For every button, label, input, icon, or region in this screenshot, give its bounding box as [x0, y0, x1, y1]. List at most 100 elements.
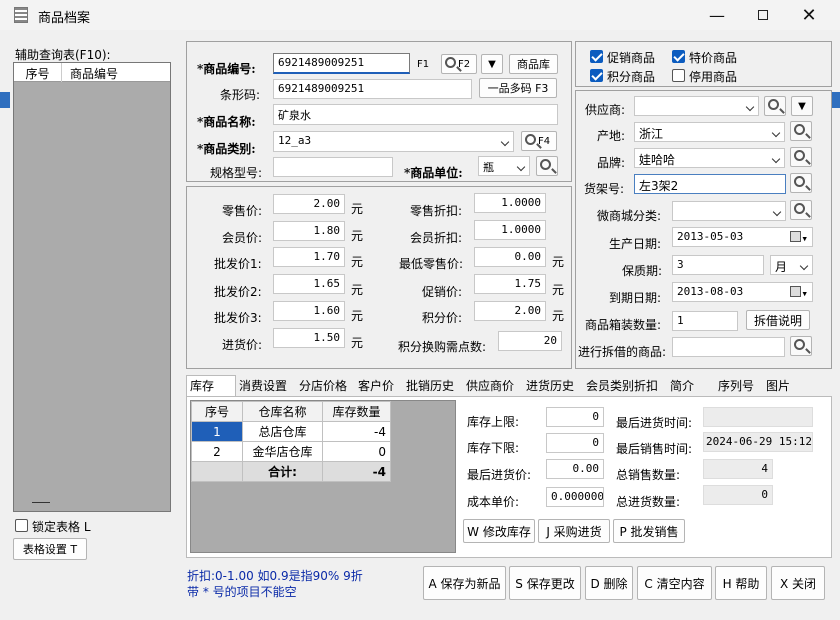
product-library-button[interactable]: 商品库 — [509, 54, 558, 74]
member-input[interactable]: 1.80 — [273, 221, 345, 241]
stock-row-name[interactable]: 总店仓库 — [242, 421, 323, 442]
origin-label: 产地: — [597, 129, 626, 143]
last-cost-input[interactable]: 0.00 — [546, 459, 604, 479]
close-window-button[interactable]: ✕ — [786, 0, 832, 30]
lock-grid-label: 锁定表格 L — [32, 520, 91, 534]
lock-grid-checkbox[interactable] — [15, 519, 28, 532]
unit-select[interactable]: 瓶 — [478, 156, 530, 176]
box-qty-input[interactable]: 1 — [672, 311, 738, 331]
search-supplier-button[interactable] — [764, 96, 786, 116]
split-explain-button[interactable]: 拆借说明 — [746, 310, 810, 330]
tab-serial[interactable]: 序列号 — [718, 377, 754, 395]
grid-settings-button[interactable]: 表格设置 T — [13, 538, 87, 560]
wholesale1-input[interactable]: 1.70 — [273, 247, 345, 267]
disabled-checkbox[interactable] — [672, 69, 685, 82]
stock-row-name[interactable]: 金华店仓库 — [242, 441, 323, 462]
member-discount-input[interactable]: 1.0000 — [474, 220, 546, 240]
tab-member-discount[interactable]: 会员类别折扣 — [586, 377, 658, 395]
table-row[interactable]: 1 总店仓库 -4 — [191, 421, 391, 442]
production-date-input[interactable]: 2013-05-03 ▾ — [672, 227, 813, 247]
category-label: *商品类别: — [197, 142, 256, 156]
shelf-input[interactable]: 左3架2 — [634, 174, 786, 194]
tab-intro[interactable]: 简介 — [670, 377, 694, 395]
total-in-value: 0 — [703, 485, 773, 505]
clear-button[interactable]: C 清空内容 — [637, 566, 712, 600]
tab-supplier-price[interactable]: 供应商价 — [466, 377, 514, 395]
special-checkbox[interactable] — [672, 50, 685, 63]
unit-cost-input[interactable]: 0.000000 — [546, 487, 604, 507]
tab-consume-settings[interactable]: 消费设置 — [239, 377, 287, 395]
wholesale2-input[interactable]: 1.65 — [273, 274, 345, 294]
barcode-input[interactable]: 6921489009251 — [273, 79, 472, 99]
tab-customer-price[interactable]: 客户价 — [358, 377, 394, 395]
code-dropdown-button[interactable]: ▼ — [481, 54, 503, 74]
stock-row-qty[interactable]: 0 — [322, 441, 391, 462]
expiry-date-input[interactable]: 2013-08-03 ▾ — [672, 282, 813, 302]
last-in-value — [703, 407, 813, 427]
brand-select[interactable]: 娃哈哈 — [634, 148, 785, 168]
minimize-button[interactable]: — — [694, 0, 740, 30]
shelf-life-unit-select[interactable]: 月 — [770, 255, 813, 275]
spec-input[interactable] — [273, 157, 393, 177]
points-price-input[interactable]: 2.00 — [474, 301, 546, 321]
multi-code-button[interactable]: 一品多码 F3 — [479, 78, 557, 98]
search-category-button[interactable]: F4 — [521, 131, 557, 151]
search-unit-button[interactable] — [536, 156, 558, 176]
retail-input[interactable]: 2.00 — [273, 194, 345, 214]
tab-stock[interactable]: 库存 — [190, 377, 214, 395]
cost-input[interactable]: 1.50 — [273, 328, 345, 348]
tab-images[interactable]: 图片 — [766, 377, 790, 395]
search-wechat-button[interactable] — [790, 200, 812, 220]
split-goods-label: 进行拆借的商品: — [578, 345, 667, 359]
table-row[interactable]: 2 金华店仓库 0 — [191, 441, 391, 462]
search-brand-button[interactable] — [790, 147, 812, 167]
tab-wholesale-history[interactable]: 批销历史 — [406, 377, 454, 395]
promo-price-input[interactable]: 1.75 — [474, 274, 546, 294]
window-title: 商品档案 — [38, 11, 91, 26]
save-button[interactable]: S 保存更改 — [509, 566, 581, 600]
unit-yuan: 元 — [351, 283, 364, 297]
spec-label: 规格型号: — [210, 166, 263, 180]
wholesale3-input[interactable]: 1.60 — [273, 301, 345, 321]
name-input[interactable]: 矿泉水 — [273, 104, 558, 125]
points-exchange-input[interactable]: 20 — [498, 331, 562, 351]
tab-purchase-history[interactable]: 进货历史 — [526, 377, 574, 395]
help-button[interactable]: H 帮助 — [715, 566, 767, 600]
save-new-button[interactable]: A 保存为新品 — [423, 566, 506, 600]
tab-branch-price[interactable]: 分店价格 — [299, 377, 347, 395]
wechat-category-select[interactable] — [672, 201, 786, 221]
delete-button[interactable]: D 删除 — [585, 566, 633, 600]
search-icon — [524, 134, 536, 145]
stock-row-no[interactable]: 2 — [191, 441, 243, 462]
retail-discount-input[interactable]: 1.0000 — [474, 193, 546, 213]
modify-stock-button[interactable]: W 修改库存 — [463, 519, 535, 543]
query-table[interactable]: 序号 商品编号 — [13, 62, 171, 512]
points-checkbox[interactable] — [590, 69, 603, 82]
stock-grid[interactable]: 序号 仓库名称 库存数量 1 总店仓库 -4 2 金华店仓库 0 合计: -4 — [190, 400, 456, 553]
search-origin-button[interactable] — [790, 121, 812, 141]
calendar-icon[interactable]: ▾ — [790, 231, 808, 245]
stock-row-qty[interactable]: -4 — [322, 421, 391, 442]
stock-upper-input[interactable]: 0 — [546, 407, 604, 427]
supplier-dropdown-button[interactable]: ▼ — [791, 96, 813, 116]
search-code-button[interactable]: F2 — [441, 54, 477, 74]
search-shelf-button[interactable] — [790, 173, 812, 193]
origin-select[interactable]: 浙江 — [634, 122, 785, 142]
min-retail-input[interactable]: 0.00 — [474, 247, 546, 267]
maximize-button[interactable] — [740, 0, 786, 30]
code-input[interactable]: 6921489009251 — [273, 53, 410, 74]
promo-checkbox[interactable] — [590, 50, 603, 63]
column-header-code: 商品编号 — [70, 67, 119, 81]
resize-grip[interactable] — [32, 502, 50, 503]
supplier-select[interactable] — [634, 96, 759, 116]
wholesale-button[interactable]: P 批发销售 — [613, 519, 685, 543]
search-split-goods-button[interactable] — [790, 336, 812, 356]
purchase-button[interactable]: J 采购进货 — [538, 519, 610, 543]
close-button[interactable]: X 关闭 — [771, 566, 825, 600]
category-select[interactable]: 12_a3 — [273, 131, 514, 152]
calendar-icon[interactable]: ▾ — [790, 286, 808, 300]
shelf-life-input[interactable]: 3 — [672, 255, 764, 275]
stock-lower-input[interactable]: 0 — [546, 433, 604, 453]
stock-row-no[interactable]: 1 — [191, 421, 243, 442]
split-goods-input[interactable] — [672, 337, 785, 357]
